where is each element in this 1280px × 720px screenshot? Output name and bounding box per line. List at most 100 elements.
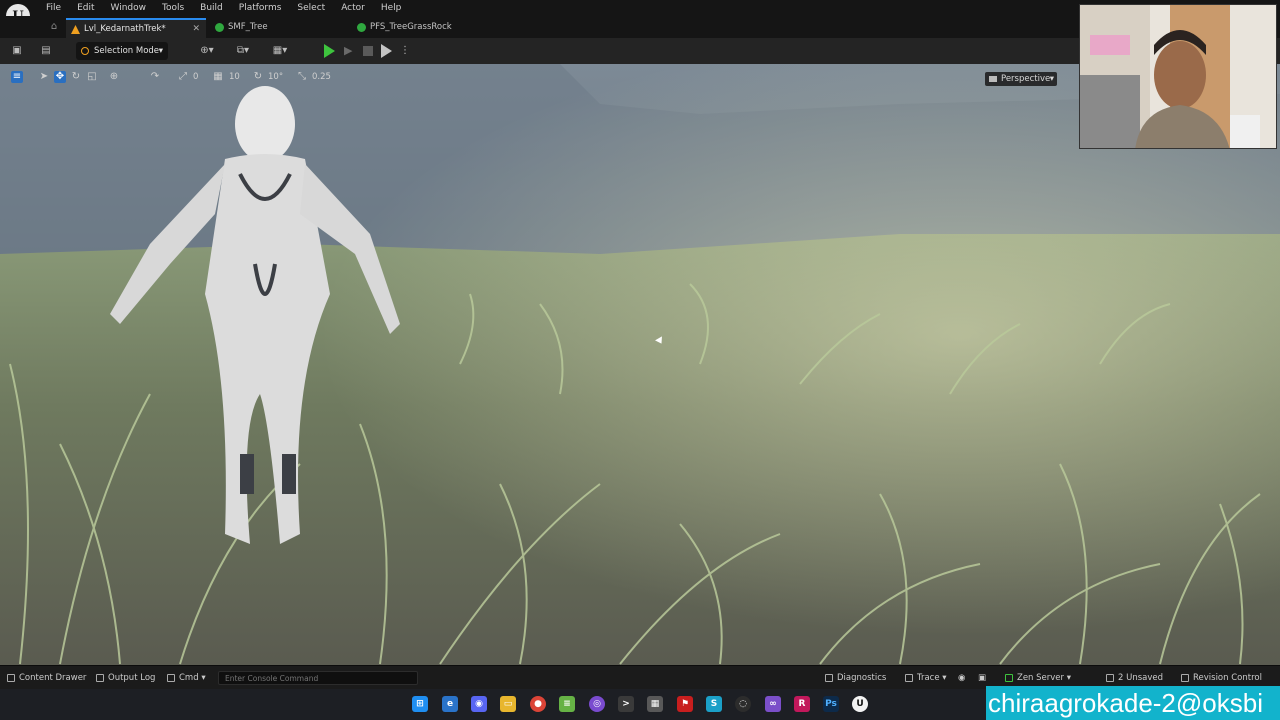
camera-icon	[989, 76, 997, 82]
menu-file[interactable]: File	[38, 0, 69, 16]
translate-tool-icon[interactable]: ✥	[54, 71, 66, 83]
zen-server-icon	[1005, 674, 1013, 682]
diagnostics-button[interactable]: Diagnostics	[824, 672, 886, 684]
foliage-icon	[357, 23, 366, 32]
unsaved-label: 2 Unsaved	[1118, 673, 1164, 683]
more-options-icon[interactable]: ⋮	[400, 43, 410, 59]
code-icon[interactable]: S	[706, 696, 722, 712]
level-viewport[interactable]	[0, 64, 1280, 665]
angle-snap-value[interactable]: 10°	[268, 71, 283, 83]
record-icon[interactable]: ◉	[958, 672, 970, 684]
chevron-down-icon: ▾	[942, 673, 947, 683]
output-log-button[interactable]: Output Log	[95, 672, 155, 684]
launch-icon[interactable]	[381, 44, 392, 58]
github-icon[interactable]: ◎	[589, 696, 605, 712]
visual-studio-icon[interactable]: ∞	[765, 696, 781, 712]
step-icon[interactable]: ▶	[344, 44, 356, 58]
viewport-toolbar: ≡ ➤ ✥ ↻ ◱ ⊕ ↷ ⤢ 0 ▦ 10 ↻ 10° ⤡ 0.25	[0, 64, 1080, 90]
play-icon[interactable]	[324, 44, 335, 58]
tab-smf-tree[interactable]: SMF_Tree	[210, 18, 348, 38]
tab-pfs-treegrassrock[interactable]: PFS_TreeGrassRock	[352, 18, 502, 38]
material-function-icon	[215, 23, 224, 32]
menu-select[interactable]: Select	[289, 0, 333, 16]
menu-tools[interactable]: Tools	[154, 0, 192, 16]
selection-mode-icon	[81, 47, 89, 55]
windows-icon[interactable]: ⊞	[412, 696, 428, 712]
angle-snap-icon[interactable]: ↻	[252, 71, 264, 83]
cmd-dropdown[interactable]: Cmd ▾	[166, 672, 206, 684]
viewport-options-icon[interactable]: ≡	[11, 71, 23, 83]
stop-icon[interactable]	[363, 46, 373, 56]
level-icon	[71, 25, 80, 34]
revision-control-dropdown[interactable]: Revision Control	[1180, 672, 1262, 684]
diagnostics-label: Diagnostics	[837, 673, 887, 683]
edge-icon[interactable]: e	[442, 696, 458, 712]
menu-platforms[interactable]: Platforms	[231, 0, 290, 16]
chrome-icon[interactable]: ●	[530, 696, 546, 712]
obs-icon[interactable]: ◌	[735, 696, 751, 712]
chevron-down-icon: ▾	[201, 673, 206, 683]
unsaved-icon	[1106, 674, 1114, 682]
viewport-scene	[0, 64, 1280, 665]
console-command-input[interactable]	[218, 671, 418, 685]
content-drawer-label: Content Drawer	[19, 673, 87, 683]
menu-actor[interactable]: Actor	[333, 0, 373, 16]
cinematics-icon[interactable]: ▦▾	[268, 43, 292, 59]
file-explorer-icon[interactable]: ▭	[500, 696, 516, 712]
menu-help[interactable]: Help	[373, 0, 410, 16]
scale-snap-icon[interactable]: ⤡	[296, 71, 308, 83]
grid-snap-value[interactable]: 10	[229, 71, 240, 83]
rotation-snap-icon[interactable]: ⤢	[177, 71, 189, 83]
rotate-tool-icon[interactable]: ↻	[70, 71, 82, 83]
view-mode-label: Perspective	[1001, 74, 1051, 84]
webcam-feed	[1080, 5, 1276, 148]
trace-icon	[905, 674, 913, 682]
world-space-icon[interactable]: ⊕	[108, 71, 120, 83]
discord-icon[interactable]: ◉	[471, 696, 487, 712]
trace-dropdown[interactable]: Trace ▾	[904, 672, 947, 684]
home-icon[interactable]: ⌂	[48, 21, 60, 33]
trace-label: Trace	[917, 673, 940, 683]
calculator-icon[interactable]: ▦	[647, 696, 663, 712]
flag-icon[interactable]: ⚑	[677, 696, 693, 712]
tab-label: Lvl_KedarnathTrek*	[84, 24, 166, 34]
tab-level[interactable]: Lvl_KedarnathTrek* ✕	[66, 18, 206, 38]
add-actor-icon[interactable]: ⊕▾	[196, 43, 218, 59]
notepad-icon[interactable]: ≡	[559, 696, 575, 712]
save-icon[interactable]: ▣	[10, 43, 24, 59]
content-browser-icon[interactable]: ▤	[38, 43, 54, 59]
content-drawer-icon	[7, 674, 15, 682]
terminal-icon[interactable]: >	[618, 696, 634, 712]
chevron-down-icon: ▾	[1049, 74, 1054, 84]
rider-icon[interactable]: R	[794, 696, 810, 712]
close-icon[interactable]: ✕	[192, 20, 200, 38]
username-overlay: chiraagrokade-2@oksbi	[986, 686, 1280, 720]
cmd-label: Cmd	[179, 673, 199, 683]
content-drawer-button[interactable]: Content Drawer	[6, 672, 86, 684]
menu-window[interactable]: Window	[103, 0, 155, 16]
menu-build[interactable]: Build	[192, 0, 231, 16]
rotation-snap-value[interactable]: 0	[193, 71, 198, 83]
select-tool-icon[interactable]: ➤	[38, 71, 50, 83]
chevron-down-icon: ▾	[1066, 673, 1071, 683]
output-log-icon	[96, 674, 104, 682]
blueprint-icon[interactable]: ⧉▾	[232, 43, 254, 59]
scale-tool-icon[interactable]: ◱	[86, 71, 98, 83]
unreal-icon[interactable]: U	[852, 696, 868, 712]
revision-control-icon	[1181, 674, 1189, 682]
selection-mode-dropdown[interactable]: Selection Mode ▾	[76, 42, 168, 60]
grid-snap-icon[interactable]: ▦	[212, 71, 224, 83]
menu-edit[interactable]: Edit	[69, 0, 102, 16]
screenshot-icon[interactable]: ▣	[978, 672, 990, 684]
surface-snap-icon[interactable]: ↷	[149, 71, 161, 83]
photoshop-icon[interactable]: Ps	[823, 696, 839, 712]
perspective-dropdown[interactable]: Perspective ▾	[985, 72, 1057, 86]
zen-server-dropdown[interactable]: Zen Server ▾	[1004, 672, 1071, 684]
zen-server-label: Zen Server	[1017, 673, 1065, 683]
unsaved-button[interactable]: 2 Unsaved	[1105, 672, 1163, 684]
tab-label: SMF_Tree	[228, 22, 268, 32]
scale-snap-value[interactable]: 0.25	[312, 71, 331, 83]
webcam-overlay	[1079, 4, 1277, 149]
output-log-label: Output Log	[108, 673, 156, 683]
tab-label: PFS_TreeGrassRock	[370, 22, 452, 32]
